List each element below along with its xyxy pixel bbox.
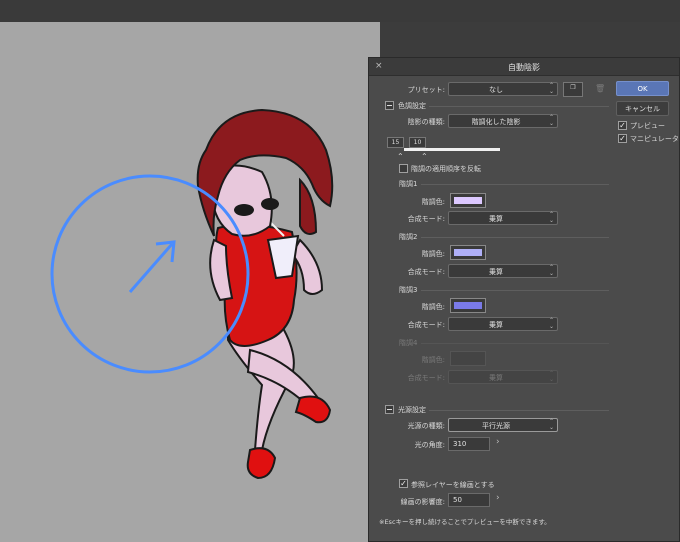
tone-slider-value-1[interactable]: 15 [387,137,404,148]
light-type-label: 光源の種類: [407,422,445,430]
manipulator-checkbox[interactable]: ✓ [618,134,627,143]
line-influence-input[interactable]: 50 [448,493,490,507]
tone3-mode-label: 合成モード: [407,321,445,329]
divider [421,343,609,344]
preview-label: プレビュー [630,122,665,130]
delete-preset-icon[interactable]: 🗑 [595,84,605,93]
dialog-titlebar: × 自動陰影 [369,58,679,76]
tone1-title: 階調1 [399,180,418,188]
manipulator-label: マニピュレータ [630,135,679,143]
preset-label: プリセット: [407,86,445,94]
tone1-color-label: 階調色: [421,198,445,206]
shadow-type-label: 陰影の種類: [407,118,445,126]
tone1-mode-label: 合成モード: [407,215,445,223]
footer-note: ※Escキーを押し続けることでプレビューを中断できます。 [379,518,551,526]
canvas-illustration [50,108,334,480]
tone3-mode-value: 乗算 [489,321,503,329]
chevron-updown-icon: ⌃ ⌄ [548,317,554,330]
tone1-color-swatch[interactable] [450,193,486,208]
register-preset-icon[interactable]: ❐ [563,82,583,97]
shadow-type-select[interactable]: 階調化した陰影 ⌃ ⌄ [448,114,558,128]
cancel-button[interactable]: キャンセル [616,101,669,116]
ref-layer-label: 参照レイヤーを線画とする [411,481,495,489]
app-top-bar [0,0,680,22]
preset-value: なし [489,86,503,94]
light-type-value: 平行光源 [482,422,510,430]
divider [429,410,609,411]
tone1-mode-value: 乗算 [489,215,503,223]
tone-section-title: 色調設定 [398,102,426,110]
preset-select[interactable]: なし ⌃ ⌄ [448,82,558,96]
chevron-right-icon[interactable]: › [496,437,500,447]
tone1-mode-select[interactable]: 乗算 ⌃ ⌄ [448,211,558,225]
chevron-updown-icon: ⌃ ⌄ [548,264,554,277]
tone3-color-swatch[interactable] [450,298,486,313]
divider [429,106,609,107]
chevron-updown-icon: ⌃ ⌄ [548,82,554,95]
tone3-title: 階調3 [399,286,418,294]
preview-checkbox[interactable]: ✓ [618,121,627,130]
ref-layer-checkbox[interactable]: ✓ [399,479,408,488]
tone3-color-label: 階調色: [421,303,445,311]
tone4-title: 階調4 [399,339,418,347]
tone2-color-label: 階調色: [421,250,445,258]
light-direction-arrow [128,243,174,293]
tone-slider-bar[interactable] [404,148,500,151]
tone2-mode-select[interactable]: 乗算 ⌃ ⌄ [448,264,558,278]
light-angle-label: 光の角度: [414,441,445,449]
tone-slider-value-2[interactable]: 10 [409,137,426,148]
ok-button[interactable]: OK [616,81,669,96]
tone4-mode-value: 乗算 [489,374,503,382]
tone3-mode-select[interactable]: 乗算 ⌃ ⌄ [448,317,558,331]
tone2-title: 階調2 [399,233,418,241]
chevron-updown-icon: ⌃ ⌄ [548,114,554,127]
tone4-mode-label: 合成モード: [407,374,445,382]
chevron-right-icon[interactable]: › [496,493,500,503]
auto-shadow-dialog: × 自動陰影 プリセット: なし ⌃ ⌄ ❐ 🗑 OK キャンセル ✓ プレビュー… [368,57,680,542]
reverse-order-label: 階調の適用順序を反転 [411,165,481,173]
reverse-order-checkbox[interactable] [399,164,408,173]
chevron-updown-icon: ⌃ ⌄ [548,370,554,383]
light-section-title: 光源設定 [398,406,426,414]
dialog-title: 自動陰影 [508,63,540,72]
shadow-type-value: 階調化した陰影 [471,118,521,126]
tone2-color-swatch[interactable] [450,245,486,260]
chevron-updown-icon: ⌃ ⌄ [548,211,554,224]
tone-handle-1-icon[interactable]: ⌃ [397,152,404,161]
light-section-toggle[interactable] [385,405,394,414]
tone-section-toggle[interactable] [385,101,394,110]
line-influence-label: 線画の影響度: [400,498,445,506]
tone2-mode-label: 合成モード: [407,268,445,276]
tone-handle-2-icon[interactable]: ⌃ [421,152,428,161]
chevron-updown-icon: ⌃ ⌄ [548,418,554,431]
light-type-select[interactable]: 平行光源 ⌃ ⌄ [448,418,558,432]
tone2-mode-value: 乗算 [489,268,503,276]
tone4-mode-select: 乗算 ⌃ ⌄ [448,370,558,384]
divider [421,237,609,238]
tone4-color-swatch [450,351,486,366]
light-angle-input[interactable]: 310 [448,437,490,451]
divider [421,184,609,185]
tone4-color-label: 階調色: [421,356,445,364]
divider [421,290,609,291]
